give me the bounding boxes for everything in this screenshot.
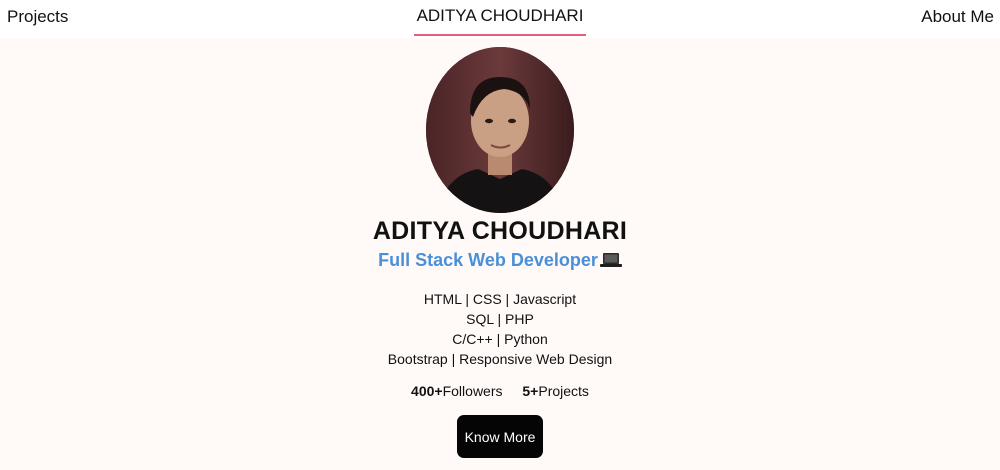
avatar-photo <box>426 47 574 213</box>
profile-name: ADITYA CHOUDHARI <box>372 217 628 245</box>
nav-link-projects[interactable]: Projects <box>7 7 68 27</box>
stat-projects: 5+Projects <box>522 383 589 399</box>
know-more-button[interactable]: Know More <box>457 415 543 458</box>
stat-projects-label: Projects <box>538 383 589 399</box>
nav-link-about-me[interactable]: About Me <box>921 7 994 27</box>
profile-role-text: Full Stack Web Developer <box>378 250 598 270</box>
laptop-icon <box>599 251 622 273</box>
nav-brand[interactable]: ADITYA CHOUDHARI <box>414 0 586 36</box>
navbar: Projects ADITYA CHOUDHARI About Me <box>0 0 1000 38</box>
profile-section: ADITYA CHOUDHARI Full Stack Web Develope… <box>0 38 1000 458</box>
avatar <box>426 47 574 213</box>
stat-followers: 400+Followers <box>411 383 502 399</box>
stat-projects-value: 5+ <box>522 383 539 399</box>
skills-list: HTML | CSS | Javascript SQL | PHP C/C++ … <box>0 289 1000 369</box>
skills-line: Bootstrap | Responsive Web Design <box>387 351 613 367</box>
skills-line: C/C++ | Python <box>452 331 548 347</box>
skills-line: SQL | PHP <box>466 311 534 327</box>
stat-followers-label: Followers <box>442 383 503 399</box>
stats: 400+Followers 5+Projects <box>0 383 1000 399</box>
stat-followers-value: 400+ <box>411 383 443 399</box>
skills-line: HTML | CSS | Javascript <box>423 291 577 307</box>
profile-role: Full Stack Web Developer <box>0 249 1000 273</box>
